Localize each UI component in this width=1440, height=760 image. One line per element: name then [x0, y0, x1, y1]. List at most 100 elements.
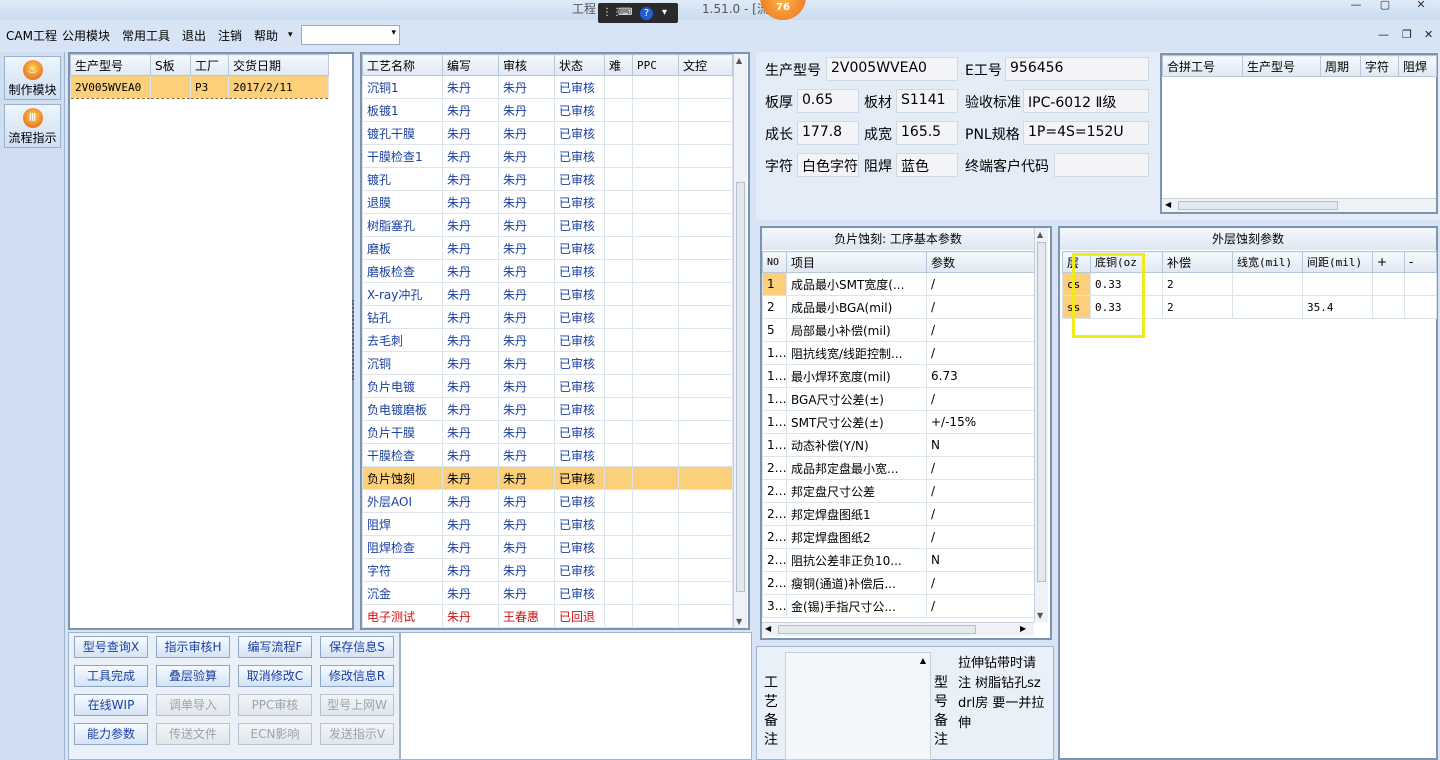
column-header[interactable]: 间距(mil) [1302, 251, 1373, 273]
scroll-down-icon[interactable]: ▼ [1037, 611, 1043, 620]
table-row[interactable]: 镀孔干膜 朱丹 朱丹 已审核 [362, 121, 733, 145]
model-notes-field[interactable]: 拉伸钻带时请注 树脂钻孔szdrl房 要一并拉伸 [954, 652, 1052, 760]
table-row[interactable]: 12 最小焊环宽度(mil) 6.73 [762, 364, 1035, 388]
table-row[interactable]: 负片干膜 朱丹 朱丹 已审核 [362, 420, 733, 444]
table-row[interactable]: 2V005WVEA0 P3 2017/2/11 [70, 75, 329, 99]
table-row[interactable]: 沉铜1 朱丹 朱丹 已审核 [362, 75, 733, 99]
column-header[interactable]: 补偿 [1162, 251, 1233, 273]
toolbar-menu-icon[interactable]: ▾ [662, 7, 667, 18]
table-row[interactable]: 沉金 朱丹 朱丹 已审核 [362, 581, 733, 605]
table-row[interactable]: 镀孔 朱丹 朱丹 已审核 [362, 167, 733, 191]
table-row[interactable]: 阻焊检查 朱丹 朱丹 已审核 [362, 535, 733, 559]
table-row[interactable]: 负电镀磨板 朱丹 朱丹 已审核 [362, 397, 733, 421]
soldermask-field[interactable]: 蓝色 [896, 153, 958, 177]
scroll-left-icon[interactable]: ◀ [765, 624, 771, 633]
chevron-down-icon[interactable]: ▾ [288, 30, 293, 40]
table-row[interactable]: 外层AOI 朱丹 朱丹 已审核 [362, 489, 733, 513]
column-header[interactable]: 生产型号 [70, 54, 151, 76]
table-row[interactable]: 26 邦定焊盘图纸2/ [762, 525, 1035, 549]
column-header[interactable]: 生产型号 [1242, 55, 1321, 77]
column-header[interactable]: 合拼工号 [1162, 55, 1243, 77]
mdi-minimize-button[interactable]: — [1378, 28, 1389, 41]
table-row[interactable]: 板镀1 朱丹 朱丹 已审核 [362, 98, 733, 122]
column-header[interactable]: 审核 [498, 54, 555, 76]
menu-help[interactable]: 帮助 [254, 27, 278, 44]
scroll-thumb[interactable] [1178, 201, 1338, 210]
scroll-left-icon[interactable]: ◀ [1165, 200, 1171, 209]
scroll-thumb[interactable] [1037, 242, 1046, 582]
table-row[interactable]: 沉铜 朱丹 朱丹 已审核 [362, 351, 733, 375]
table-row[interactable]: 磨板 朱丹 朱丹 已审核 [362, 236, 733, 260]
length-field[interactable]: 177.8 [797, 121, 859, 145]
action-button[interactable]: 保存信息S [320, 636, 394, 658]
action-button[interactable]: 编写流程F [238, 636, 312, 658]
splitter-handle[interactable] [352, 300, 358, 380]
sidebar-item-make-module[interactable]: ♨ 制作模块 [4, 56, 61, 100]
column-header[interactable]: 线宽(mil) [1232, 251, 1303, 273]
table-row[interactable]: 1 成品最小SMT宽度(... / [762, 272, 1035, 296]
menu-exit[interactable]: 退出 [182, 27, 206, 44]
scroll-up-icon[interactable]: ▲ [920, 656, 926, 665]
column-header[interactable]: 编写 [442, 54, 499, 76]
column-header[interactable]: 参数 [926, 251, 1035, 273]
table-row[interactable]: 15 动态补偿(Y/N) N [762, 433, 1035, 457]
thickness-field[interactable]: 0.65 [797, 89, 859, 113]
action-button[interactable]: 能力参数 [74, 723, 148, 745]
table-row[interactable]: 2 成品最小BGA(mil) / [762, 295, 1035, 319]
width-field[interactable]: 165.5 [896, 121, 958, 145]
menu-cam[interactable]: CAM工程 [6, 27, 57, 44]
minimize-button[interactable]: — [1343, 0, 1369, 12]
mdi-restore-button[interactable]: ❐ [1402, 28, 1412, 41]
module-select[interactable]: ▾ [301, 25, 400, 45]
keyboard-icon[interactable]: ⌨ [618, 7, 632, 18]
maximize-button[interactable]: ▢ [1372, 0, 1398, 12]
table-row[interactable]: 负片蚀刻 朱丹 朱丹 已审核 [362, 466, 733, 490]
column-header[interactable]: - [1404, 251, 1437, 273]
action-button[interactable]: 发送指示V [320, 723, 394, 745]
action-button[interactable]: 修改信息R [320, 665, 394, 687]
column-header[interactable]: 文控 [678, 54, 733, 76]
column-header[interactable]: 交货日期 [228, 54, 329, 76]
customer-code-field[interactable] [1054, 153, 1149, 177]
column-header[interactable]: 难 [604, 54, 633, 76]
menu-public[interactable]: 公用模块 [62, 27, 110, 44]
action-button[interactable]: 工具完成 [74, 665, 148, 687]
merge-hscrollbar[interactable]: ◀ [1162, 198, 1436, 212]
process-notes-field[interactable]: ▲ [785, 652, 931, 760]
column-header[interactable]: PPC [632, 54, 679, 76]
action-button[interactable]: 型号查询X [74, 636, 148, 658]
process-scrollbar[interactable]: ▲ ▼ [733, 54, 747, 628]
table-row[interactable]: 阻焊 朱丹 朱丹 已审核 [362, 512, 733, 536]
scroll-up-icon[interactable]: ▲ [1037, 230, 1043, 239]
action-button[interactable]: 在线WIP [74, 694, 148, 716]
table-row[interactable]: 23 成品邦定盘最小宽... / [762, 456, 1035, 480]
mdi-close-button[interactable]: ✕ [1424, 28, 1433, 41]
scroll-right-icon[interactable]: ▶ [1020, 624, 1026, 633]
table-row[interactable]: 负片电镀 朱丹 朱丹 已审核 [362, 374, 733, 398]
close-button[interactable]: ✕ [1408, 0, 1434, 12]
table-row[interactable]: 28 阻抗公差非正负10... N [762, 548, 1035, 572]
table-row[interactable]: 24 邦定盘尺寸公差 / [762, 479, 1035, 503]
floating-toolbar[interactable]: ⋮⋮ ⌨ ? ▾ [598, 3, 678, 23]
column-header[interactable]: S板 [150, 54, 191, 76]
action-button[interactable]: 取消修改C [238, 665, 312, 687]
table-row[interactable]: 钻孔 朱丹 朱丹 已审核 [362, 305, 733, 329]
action-button[interactable]: 调单导入 [156, 694, 230, 716]
table-row[interactable]: 树脂塞孔 朱丹 朱丹 已审核 [362, 213, 733, 237]
column-header[interactable]: 阻焊 [1398, 55, 1437, 77]
table-row[interactable]: 14 SMT尺寸公差(±) +/-15% [762, 410, 1035, 434]
params-hscrollbar[interactable]: ◀ ▶ [762, 622, 1034, 636]
scroll-thumb[interactable] [736, 182, 745, 592]
model-field[interactable]: 2V005WVEA0 [826, 57, 958, 81]
scroll-down-icon[interactable]: ▼ [736, 617, 742, 626]
table-row[interactable]: 字符 朱丹 朱丹 已审核 [362, 558, 733, 582]
sidebar-item-flow[interactable]: Ⅲ 流程指示 [4, 104, 61, 148]
action-button[interactable]: PPC审核 [238, 694, 312, 716]
table-row[interactable]: 25 邦定焊盘图纸1/ [762, 502, 1035, 526]
table-row[interactable]: X-ray冲孔 朱丹 朱丹 已审核 [362, 282, 733, 306]
menu-logout[interactable]: 注销 [218, 27, 242, 44]
action-button[interactable]: 传送文件 [156, 723, 230, 745]
table-row[interactable]: 去毛刺 朱丹 朱丹 已审核 [362, 328, 733, 352]
params-scrollbar[interactable]: ▲ ▼ [1034, 228, 1048, 622]
action-button[interactable]: ECN影响 [238, 723, 312, 745]
